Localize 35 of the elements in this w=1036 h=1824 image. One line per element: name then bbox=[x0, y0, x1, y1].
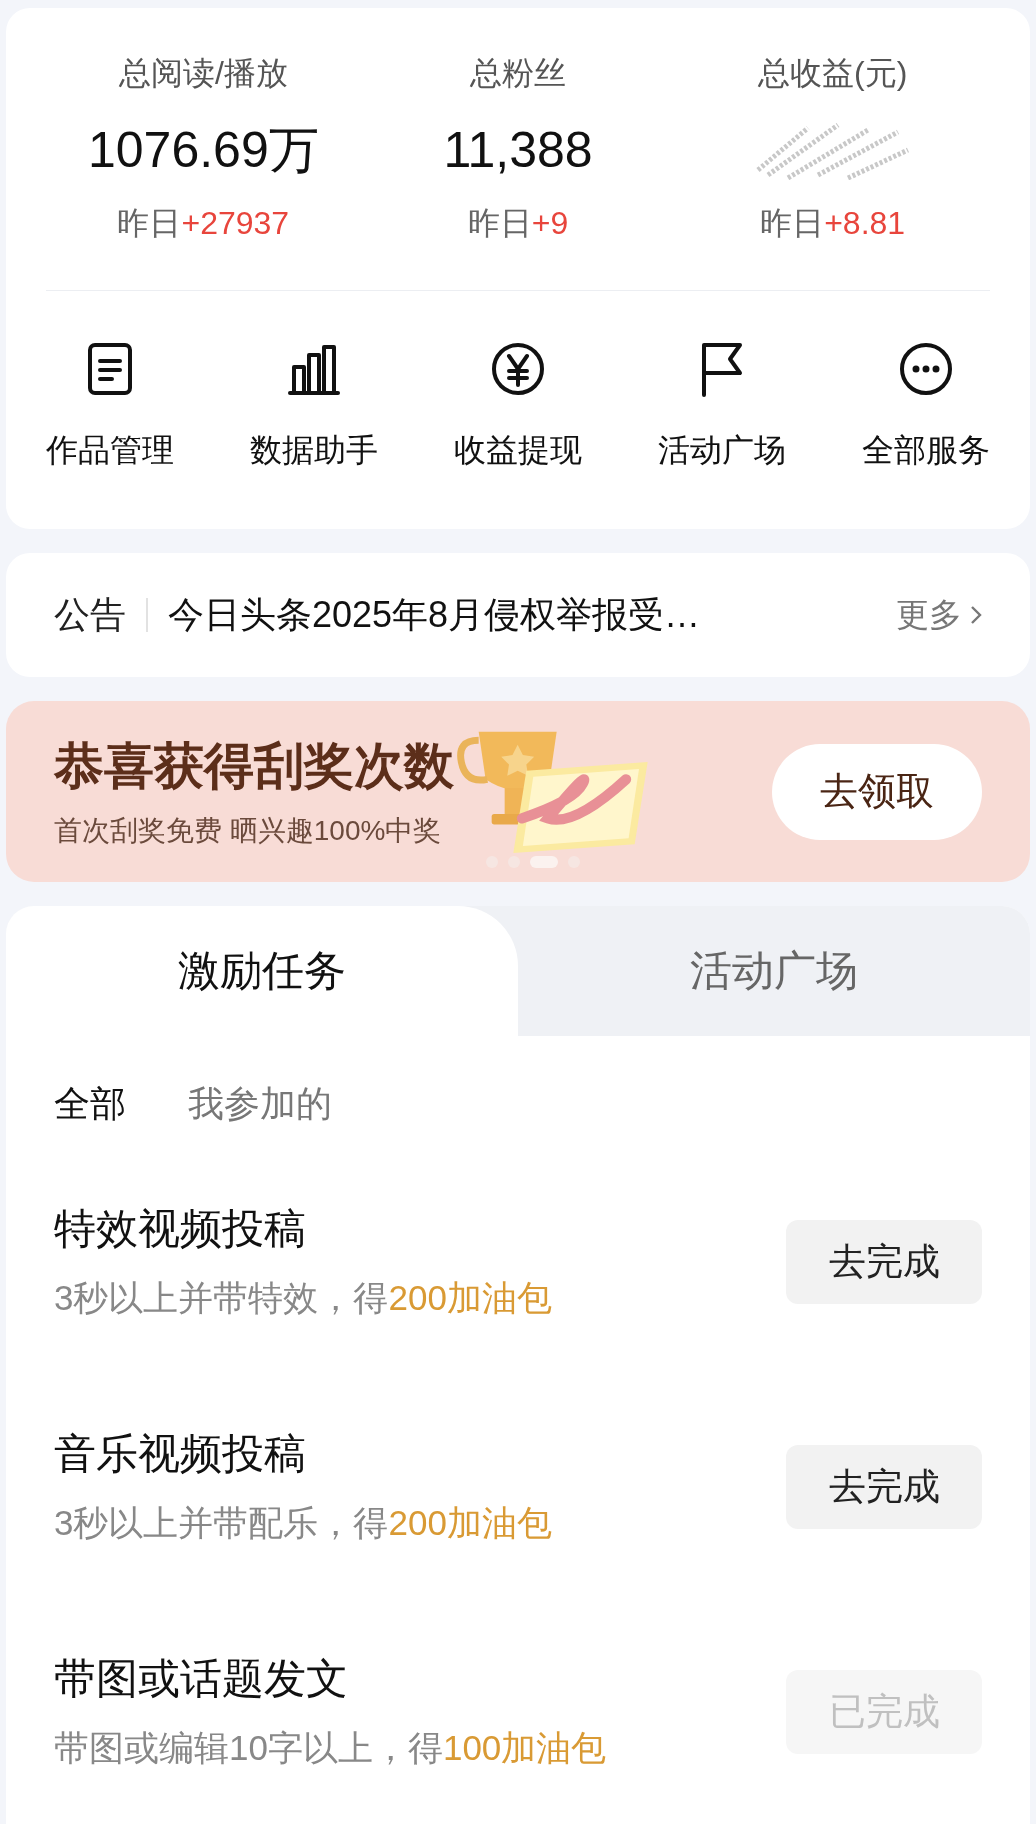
stat-value: 11,388 bbox=[443, 121, 593, 180]
more-link[interactable]: 更多 bbox=[896, 592, 962, 638]
stat-label: 总阅读/播放 bbox=[118, 54, 288, 93]
task-button[interactable]: 去完成 bbox=[786, 1219, 982, 1304]
task-title: 带图或话题发文 bbox=[54, 1654, 349, 1704]
stat-value: 1076.69万 bbox=[87, 121, 319, 180]
task-description: 3秒以上并带配乐，得200加油包 bbox=[54, 1502, 552, 1544]
task-title: 特效视频投稿 bbox=[54, 1204, 307, 1254]
task-description: 3秒以上并带特效，得200加油包 bbox=[54, 1277, 552, 1319]
task-button[interactable]: 去完成 bbox=[786, 1444, 982, 1529]
service-item[interactable]: 作品管理 bbox=[46, 341, 174, 473]
more-icon bbox=[898, 341, 954, 397]
task-title: 音乐视频投稿 bbox=[54, 1429, 307, 1479]
notice-tag: 公告 bbox=[54, 590, 126, 640]
service-item[interactable]: 数据助手 bbox=[250, 341, 378, 473]
banner-title: 恭喜获得刮奖次数 bbox=[54, 737, 454, 797]
filter-tab[interactable]: 全部 bbox=[54, 1080, 126, 1129]
service-item[interactable]: 活动广场 bbox=[658, 341, 786, 473]
service-item[interactable]: 收益提现 bbox=[454, 341, 582, 473]
promo-banner[interactable]: 恭喜获得刮奖次数 首次刮奖免费 晒兴趣100%中奖 去领取 bbox=[6, 701, 1030, 882]
claim-button[interactable]: 去领取 bbox=[772, 743, 982, 840]
banner-subtitle: 首次刮奖免费 晒兴趣100%中奖 bbox=[54, 814, 443, 849]
stat-label: 总收益(元) bbox=[758, 54, 908, 93]
stat-label: 总粉丝 bbox=[470, 54, 566, 93]
yen-icon bbox=[490, 341, 546, 397]
task-description: 带图或编辑10字以上，得100加油包 bbox=[54, 1727, 607, 1769]
stat-change: 昨日+27937 bbox=[117, 204, 290, 243]
tab[interactable]: 激励任务 bbox=[6, 906, 518, 1036]
notice-text[interactable]: 今日头条2025年8月侵权举报受… bbox=[168, 590, 876, 640]
filter-tab[interactable]: 我参加的 bbox=[188, 1080, 332, 1129]
stat-change: 昨日+9 bbox=[467, 204, 569, 243]
notice-bar[interactable]: 公告 今日头条2025年8月侵权举报受… 更多 bbox=[6, 553, 1030, 678]
tab[interactable]: 活动广场 bbox=[518, 906, 1030, 1036]
service-item[interactable]: 全部服务 bbox=[862, 341, 990, 473]
stat-change: 昨日+8.81 bbox=[760, 204, 906, 243]
